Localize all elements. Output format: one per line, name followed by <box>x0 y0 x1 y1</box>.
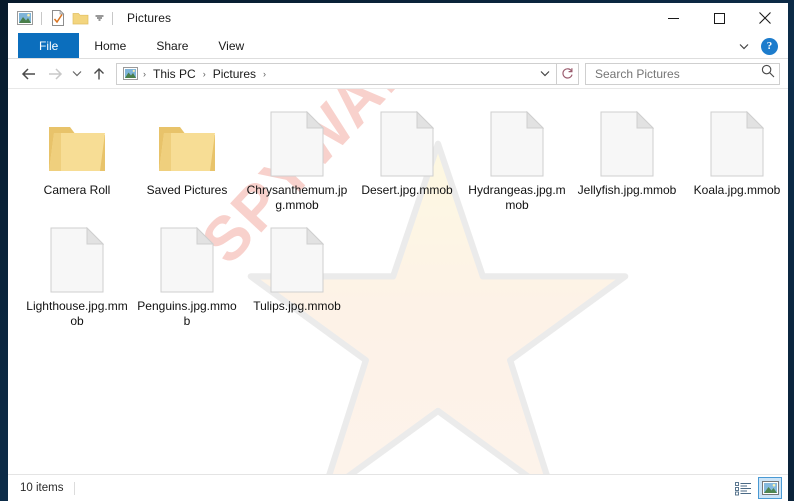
expand-ribbon-chevron-down-icon[interactable] <box>733 35 755 57</box>
view-toggle-group <box>731 477 782 499</box>
generic-file-icon <box>38 219 116 293</box>
toolbar-divider-1 <box>41 11 42 25</box>
list-item[interactable]: Penguins.jpg.mmob <box>132 213 242 329</box>
list-item-label: Penguins.jpg.mmob <box>137 299 237 328</box>
address-bar: › This PC › Pictures › <box>8 59 788 89</box>
tab-share[interactable]: Share <box>141 33 203 58</box>
up-button[interactable] <box>86 62 112 86</box>
ribbon-tab-bar: File Home Share View ? <box>8 33 788 59</box>
list-item-label: Camera Roll <box>43 183 111 197</box>
properties-icon[interactable] <box>47 7 69 29</box>
new-folder-icon[interactable] <box>69 7 91 29</box>
generic-file-icon <box>698 103 776 177</box>
list-item[interactable]: Tulips.jpg.mmob <box>242 213 352 329</box>
list-item[interactable]: Lighthouse.jpg.mmob <box>22 213 132 329</box>
breadcrumb-pictures-icon[interactable] <box>121 67 140 80</box>
window-title: Pictures <box>127 11 172 25</box>
search-input[interactable] <box>593 65 761 82</box>
folder-icon <box>38 103 116 177</box>
list-item[interactable]: Koala.jpg.mmob <box>682 97 788 213</box>
generic-file-icon <box>258 103 336 177</box>
refresh-button[interactable] <box>557 62 579 85</box>
list-item-label: Lighthouse.jpg.mmob <box>26 299 128 328</box>
breadcrumb[interactable]: › This PC › Pictures › <box>116 62 557 85</box>
folder-icon <box>148 103 226 177</box>
close-button[interactable] <box>742 3 788 33</box>
minimize-button[interactable] <box>650 3 696 33</box>
list-item-label: Chrysanthemum.jpg.mmob <box>246 183 348 212</box>
generic-file-icon <box>478 103 556 177</box>
tab-home[interactable]: Home <box>79 33 141 58</box>
list-item-label: Hydrangeas.jpg.mmob <box>468 183 566 212</box>
list-item[interactable]: Saved Pictures <box>132 97 242 213</box>
back-button[interactable] <box>16 62 42 86</box>
breadcrumb-separator-1: › <box>202 68 206 79</box>
breadcrumb-separator-0: › <box>143 68 146 79</box>
search-icon[interactable] <box>761 64 775 83</box>
status-divider <box>74 481 76 495</box>
generic-file-icon <box>368 103 446 177</box>
toolbar-divider-2 <box>112 11 113 25</box>
list-item[interactable]: Hydrangeas.jpg.mmob <box>462 97 572 213</box>
file-list-area[interactable]: SPYWARE-RU Camera Roll Saved Pictures Ch… <box>8 89 788 497</box>
quick-access-toolbar <box>14 7 118 29</box>
file-explorer-window: Pictures File Home Share View ? › This P… <box>8 3 788 501</box>
search-box[interactable] <box>585 62 780 85</box>
quick-access-chevron-down-icon[interactable] <box>91 7 107 29</box>
title-bar: Pictures <box>8 3 788 33</box>
tab-view[interactable]: View <box>203 33 259 58</box>
maximize-button[interactable] <box>696 3 742 33</box>
list-item[interactable]: Jellyfish.jpg.mmob <box>572 97 682 213</box>
list-item[interactable]: Desert.jpg.mmob <box>352 97 462 213</box>
desktop-background: Pictures File Home Share View ? › This P… <box>0 0 794 501</box>
recent-locations-chevron-down-icon[interactable] <box>68 62 86 86</box>
list-item-label: Koala.jpg.mmob <box>693 183 781 197</box>
list-item-label: Jellyfish.jpg.mmob <box>577 183 677 197</box>
list-item-label: Tulips.jpg.mmob <box>253 299 341 313</box>
list-item[interactable]: Camera Roll <box>22 97 132 213</box>
help-icon[interactable]: ? <box>761 37 778 55</box>
generic-file-icon <box>258 219 336 293</box>
icon-grid: Camera Roll Saved Pictures Chrysanthemum… <box>8 89 788 329</box>
ribbon-right-controls: ? <box>733 33 784 59</box>
address-dropdown-chevron-down-icon[interactable] <box>536 64 554 84</box>
generic-file-icon <box>588 103 666 177</box>
list-item[interactable]: Chrysanthemum.jpg.mmob <box>242 97 352 213</box>
breadcrumb-item-pictures[interactable]: Pictures <box>209 67 260 81</box>
window-controls <box>650 3 788 33</box>
tab-file[interactable]: File <box>18 33 80 58</box>
item-count-label: 10 items <box>20 482 64 494</box>
list-item-label: Desert.jpg.mmob <box>361 183 453 197</box>
generic-file-icon <box>148 219 226 293</box>
large-icons-view-button[interactable] <box>758 477 782 499</box>
details-view-button[interactable] <box>731 477 755 499</box>
breadcrumb-separator-2: › <box>263 68 267 79</box>
pictures-library-icon[interactable] <box>14 7 36 29</box>
list-item-label: Saved Pictures <box>146 183 228 197</box>
forward-button <box>42 62 68 86</box>
breadcrumb-item-this-pc[interactable]: This PC <box>149 67 200 81</box>
status-bar: 10 items <box>8 474 788 501</box>
